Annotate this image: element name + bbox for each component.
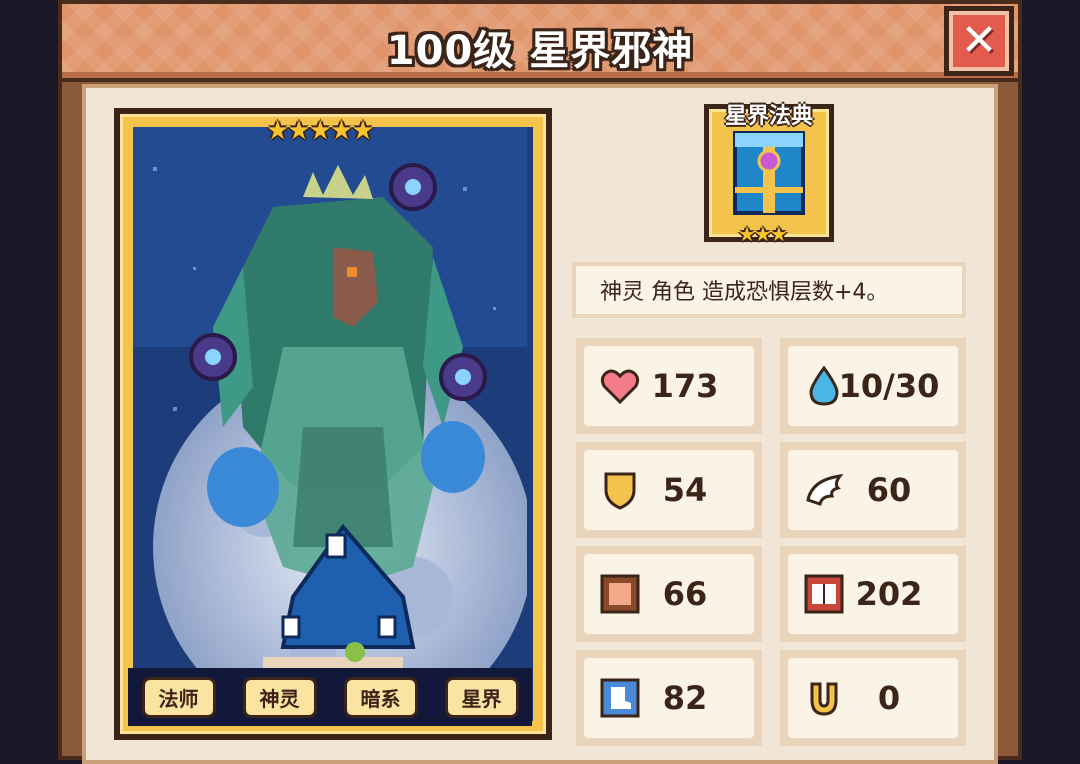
card-rarity-stars: ★★★★★	[266, 116, 375, 146]
stat-magic: 202	[780, 546, 966, 642]
stat-speed: 82	[576, 650, 762, 746]
character-card	[114, 108, 552, 740]
spellbook-icon	[733, 131, 805, 215]
close-button[interactable]: ✕	[944, 6, 1014, 76]
title-bar: 100级 星界邪神	[58, 0, 1022, 82]
stat-attack: 66	[576, 546, 762, 642]
stat-health-value: 173	[651, 367, 719, 405]
stat-defense-value: 54	[662, 471, 708, 509]
stat-evasion: 60	[780, 442, 966, 538]
equipment-rarity-stars: ★★★	[738, 222, 788, 246]
stat-luck: 0	[780, 650, 966, 746]
close-icon: ✕	[949, 11, 1009, 71]
stat-magic-value: 202	[855, 575, 923, 613]
tag-origin: 星界	[444, 676, 519, 718]
character-portrait	[133, 127, 533, 721]
tag-class: 法师	[141, 676, 216, 718]
page-title: 100级 星界邪神	[386, 28, 694, 74]
equipment-name: 星界法典	[724, 104, 813, 129]
stat-mana: 10/30	[780, 338, 966, 434]
stat-defense: 54	[576, 442, 762, 538]
stat-speed-value: 82	[662, 679, 708, 717]
stat-attack-value: 66	[662, 575, 708, 613]
character-art	[133, 127, 533, 721]
tag-element: 暗系	[343, 676, 418, 718]
stat-mana-value: 10/30	[838, 367, 940, 405]
card-frame	[120, 114, 546, 734]
tag-bar: 法师 神灵 暗系 星界	[128, 668, 532, 726]
stat-luck-value: 0	[877, 679, 901, 717]
stat-health: 173	[576, 338, 762, 434]
ability-description: 神灵 角色 造成恐惧层数+4。	[572, 262, 966, 318]
tag-race: 神灵	[242, 676, 317, 718]
stat-evasion-value: 60	[866, 471, 912, 509]
